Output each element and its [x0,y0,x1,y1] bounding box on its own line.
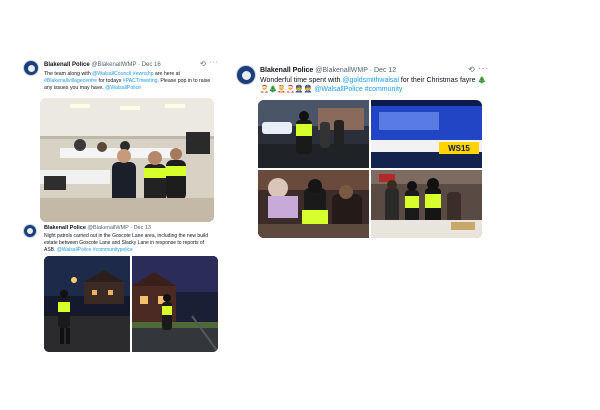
hashtag-link[interactable]: #ewnshp [133,71,154,77]
emoji-line: 🎅🎄🤶🎅👮👮 [260,86,313,94]
hashtag-link[interactable]: #PACTmeeting [123,78,158,84]
author-handle[interactable]: @BlakenallWMP [87,225,128,231]
van-marking: WS15 [448,144,470,153]
author-handle[interactable]: @BlakenallWMP [315,67,368,74]
text-part: for their Christmas fayre 🎄 [398,77,487,84]
tweet-text: Night patrols carried out in the Goscote… [44,233,216,253]
more-options-icon[interactable]: ··· [478,64,489,73]
hashtag-link[interactable]: #communitypolice [93,247,133,253]
more-options-icon[interactable]: ··· [209,59,219,66]
text-part: for todays [97,78,123,85]
mention-link[interactable]: @WalsallPolice [57,247,92,253]
text-part: The team along with [44,71,93,77]
fayre-photo-gift-stall[interactable] [258,170,369,238]
night-patrol-photo-2[interactable] [132,256,218,352]
tweet-date[interactable]: Dec 13 [134,225,151,231]
fayre-photo-officers-outside[interactable] [258,100,369,168]
avatar[interactable] [236,65,256,85]
mention-link[interactable]: @WalsallCouncil [92,71,131,77]
tweet-date[interactable]: Dec 16 [142,62,161,68]
tweet-night-patrols[interactable]: Blakenall Police @BlakenallWMP · Dec 13 … [22,222,218,358]
night-patrol-photo-1[interactable] [44,256,130,352]
grok-icon[interactable]: ⟲ [200,60,206,68]
avatar[interactable] [23,60,39,76]
avatar[interactable] [23,224,37,238]
tweet-text: The team along with @WalsallCouncil #ewn… [44,71,216,92]
hashtag-link[interactable]: #community [365,86,403,93]
fayre-photo-crowd[interactable] [371,170,482,238]
tweet-christmas-fayre[interactable]: Blakenall Police @BlakenallWMP · Dec 12 … [230,58,492,240]
tweet-text: Wonderful time spent with @goldsmithwals… [260,76,488,95]
author-name[interactable]: Blakenall Police [260,67,313,74]
tweet-pact-meeting[interactable]: Blakenall Police @BlakenallWMP · Dec 16 … [22,58,218,226]
tweet-date[interactable]: Dec 12 [374,67,396,74]
tweet-header: Blakenall Police @BlakenallWMP · Dec 13 [44,225,151,231]
author-name[interactable]: Blakenall Police [44,62,90,68]
mention-link[interactable]: @goldsmithwalsal [342,77,399,84]
hashtag-link[interactable]: #Blakenallvillagecentre [44,78,97,84]
grok-icon[interactable]: ⟲ [468,65,475,74]
author-handle[interactable]: @BlakenallWMP [91,62,136,68]
mention-link[interactable]: @WalsallPolice [314,86,362,93]
fayre-photo-police-van[interactable]: WS15 [371,100,482,168]
text-part: Wonderful time spent with [260,77,343,84]
text-part: are here at [153,71,180,77]
mention-link[interactable]: @WalsallPolice [105,85,141,91]
tweet-header: Blakenall Police @BlakenallWMP · Dec 12 [260,67,396,74]
tweet-header: Blakenall Police @BlakenallWMP · Dec 16 [44,62,161,68]
author-name[interactable]: Blakenall Police [44,225,86,231]
meeting-room-photo[interactable] [40,98,214,222]
